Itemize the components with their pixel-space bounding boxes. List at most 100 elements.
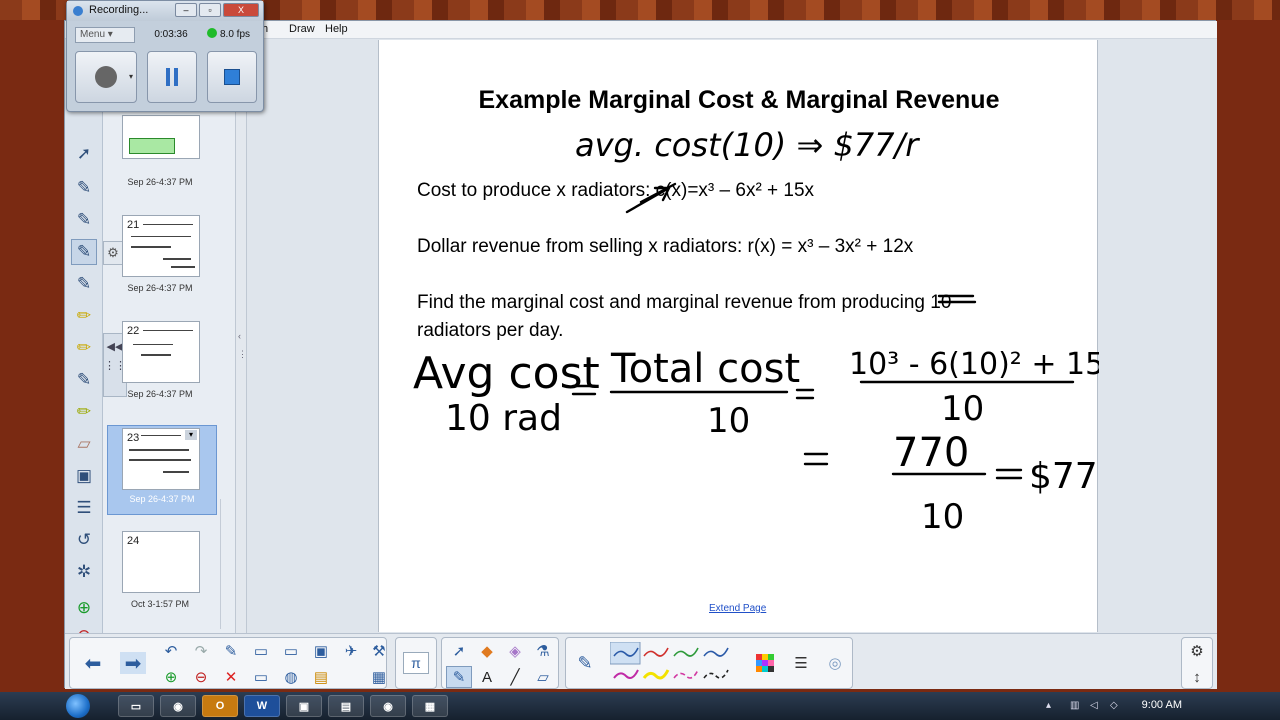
- page-thumbnail[interactable]: 23 ▾: [122, 428, 200, 490]
- sidebar: ➚ ✎ ✎ ✎ ✎ ✏ ✏ ✎ ✏ ▱ ▣ ☰ ↺ ✲ ⊕ ⊗ ⚙ ◀◀⋮⋮ S…: [65, 39, 235, 645]
- thumbnail-date: Sep 26-4:37 PM: [129, 494, 195, 504]
- eraser-icon[interactable]: ◈: [502, 640, 528, 662]
- stop-button[interactable]: [207, 51, 257, 103]
- recording-elapsed-time: 0:03:36: [154, 29, 188, 40]
- color-palette-icon[interactable]: [752, 652, 778, 674]
- menu-help[interactable]: Help: [325, 23, 348, 35]
- fill-icon[interactable]: ⚗: [530, 640, 556, 662]
- taskbar-notebook-icon[interactable]: ▣: [286, 695, 322, 717]
- recording-status-dot: [207, 28, 217, 38]
- thumbnail-date: Oct 3-1:57 PM: [130, 599, 190, 609]
- transparency-icon[interactable]: ◎: [822, 652, 848, 674]
- sidebar-splitter[interactable]: ‹ ⋮: [235, 39, 247, 633]
- undo-icon[interactable]: ↺: [71, 527, 97, 553]
- delete-page-icon[interactable]: ⊖: [188, 666, 214, 688]
- ink-avg-sub: 10 rad: [445, 398, 562, 439]
- gear-icon[interactable]: ⚙: [103, 241, 123, 265]
- sidebar-tool-column: ➚ ✎ ✎ ✎ ✎ ✏ ✏ ✎ ✏ ▱ ▣ ☰ ↺ ✲ ⊕ ⊗: [65, 39, 103, 645]
- recorder-window: Recording... – ▫ X Menu ▾ 0:03:36 8.0 fp…: [66, 0, 264, 112]
- show-hide-screen-icon[interactable]: ▭: [278, 640, 304, 662]
- taskbar-word-icon[interactable]: W: [244, 695, 280, 717]
- display-icon[interactable]: ▭: [248, 666, 274, 688]
- select-arrow-icon[interactable]: ➚: [71, 141, 97, 167]
- pen-tool-selected-icon[interactable]: ✎: [71, 239, 97, 265]
- clear-page-icon[interactable]: ✎: [218, 640, 244, 662]
- highlighter-icon[interactable]: ✏: [71, 303, 97, 329]
- add-page-icon[interactable]: ⊕: [71, 595, 97, 621]
- page-thumbnail[interactable]: 22: [122, 321, 200, 383]
- revenue-function-text: Dollar revenue from selling x radiators:…: [417, 236, 914, 257]
- pen-tool-icon[interactable]: ✎: [71, 367, 97, 393]
- pen-tool-icon[interactable]: ✎: [71, 271, 97, 297]
- pause-button[interactable]: [147, 51, 197, 103]
- pen-tool-icon[interactable]: ✎: [71, 207, 97, 233]
- line-style-icon[interactable]: ☰: [788, 652, 814, 674]
- page-thumbnail[interactable]: [122, 115, 200, 159]
- eraser-tool-icon[interactable]: ▱: [530, 666, 556, 688]
- recorder-title: Recording...: [89, 4, 149, 16]
- toolbar-group-settings: ⚙ ↕: [1181, 637, 1213, 689]
- recorder-menu-dropdown[interactable]: Menu ▾: [75, 27, 135, 43]
- select-arrow-icon[interactable]: ➚: [446, 640, 472, 662]
- page-thumbnail[interactable]: 21: [122, 215, 200, 277]
- notebook-page[interactable]: Example Marginal Cost & Marginal Revenue: [378, 40, 1099, 632]
- creative-pen-icon[interactable]: ✏: [71, 399, 97, 425]
- taskbar-chrome-icon[interactable]: ◉: [370, 695, 406, 717]
- question-line-1: Find the marginal cost and marginal reve…: [417, 292, 952, 313]
- document-camera-icon[interactable]: ✈: [338, 640, 364, 662]
- tools-icon[interactable]: ⚒: [366, 640, 392, 662]
- math-tools-button[interactable]: π: [403, 652, 429, 674]
- thumbnail-menu-icon[interactable]: ▾: [185, 430, 197, 440]
- taskbar-app-icon[interactable]: ▤: [328, 695, 364, 717]
- tray-volume-icon[interactable]: ◁: [1090, 700, 1100, 711]
- shapes-icon[interactable]: ◆: [474, 640, 500, 662]
- table-icon[interactable]: ▦: [366, 666, 392, 688]
- extend-page-link[interactable]: Extend Page: [709, 603, 766, 614]
- screen-shade-icon[interactable]: ▤: [308, 666, 334, 688]
- thumbnail-number: 22: [127, 325, 140, 337]
- tray-network-icon[interactable]: ▥: [1070, 700, 1080, 711]
- pen-style-icon[interactable]: ✎: [572, 652, 598, 674]
- toolbar-group-pen-styles: ✎ ☰ ◎: [565, 637, 853, 689]
- recorder-titlebar[interactable]: Recording... – ▫ X: [67, 1, 263, 21]
- properties-icon[interactable]: ☰: [71, 495, 97, 521]
- full-screen-icon[interactable]: ▭: [248, 640, 274, 662]
- record-button[interactable]: ▾: [75, 51, 137, 103]
- taskbar-explorer-icon[interactable]: ▭: [118, 695, 154, 717]
- settings-icon[interactable]: ✲: [71, 559, 97, 585]
- add-page-icon[interactable]: ⊕: [158, 666, 184, 688]
- thumbnail-date: Sep 26-4:37 PM: [127, 389, 193, 399]
- highlighter-icon[interactable]: ✏: [71, 335, 97, 361]
- pen-swatches[interactable]: [610, 642, 760, 686]
- taskbar-clock[interactable]: 9:00 AM: [1142, 699, 1182, 711]
- menu-draw[interactable]: Draw: [289, 23, 315, 35]
- line-tool-icon[interactable]: ╱: [502, 666, 528, 688]
- tray-dropbox-icon[interactable]: ◇: [1110, 700, 1120, 711]
- gear-icon[interactable]: ⚙: [1184, 640, 1210, 662]
- tray-expand-icon[interactable]: ▴: [1046, 700, 1056, 711]
- next-page-icon[interactable]: ➡: [120, 652, 146, 675]
- pens-tool-icon[interactable]: ✎: [446, 666, 472, 688]
- redo-icon[interactable]: ↷: [188, 640, 214, 662]
- spotlight-icon[interactable]: ◍: [278, 666, 304, 688]
- screen-capture-icon[interactable]: ▣: [71, 463, 97, 489]
- text-tool-icon[interactable]: A: [474, 666, 500, 688]
- start-button[interactable]: [60, 692, 96, 720]
- selected-thumbnail[interactable]: 23 ▾ Sep 26-4:37 PM: [107, 425, 217, 515]
- sidebar-scrollbar[interactable]: [220, 499, 230, 629]
- taskbar-outlook-icon[interactable]: O: [202, 695, 238, 717]
- delete-icon[interactable]: ✕: [218, 666, 244, 688]
- page-thumbnail[interactable]: 24: [122, 531, 200, 593]
- move-toolbar-icon[interactable]: ↕: [1184, 666, 1210, 688]
- taskbar-chrome-icon[interactable]: ◉: [160, 695, 196, 717]
- previous-page-icon[interactable]: ⬅: [80, 652, 106, 675]
- pen-tool-icon[interactable]: ✎: [71, 175, 97, 201]
- minimize-button[interactable]: –: [175, 3, 197, 17]
- eraser-icon[interactable]: ▱: [71, 431, 97, 457]
- maximize-button[interactable]: ▫: [199, 3, 221, 17]
- thumbnail-number: 23: [127, 432, 140, 444]
- close-button[interactable]: X: [223, 3, 259, 17]
- screen-capture-icon[interactable]: ▣: [308, 640, 334, 662]
- taskbar-recorder-icon[interactable]: ▦: [412, 695, 448, 717]
- undo-icon[interactable]: ↶: [158, 640, 184, 662]
